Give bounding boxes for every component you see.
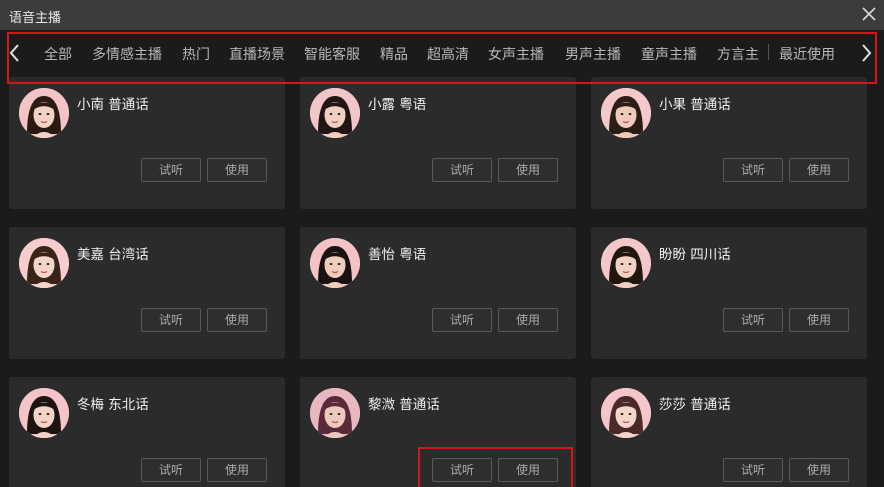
title-bar: 语音主播 xyxy=(0,0,884,30)
avatar xyxy=(310,88,360,138)
voice-card[interactable]: 莎莎 普通话试听 使用 xyxy=(591,377,867,487)
tab-ultra-hd[interactable]: 超高清 xyxy=(427,44,469,64)
tab-child[interactable]: 童声主播 xyxy=(641,44,697,64)
voice-card[interactable]: 小露 粤语试听 使用 xyxy=(300,77,576,209)
use-button[interactable]: 使用 xyxy=(498,458,558,482)
avatar xyxy=(601,88,651,138)
voice-name: 美嘉 台湾话 xyxy=(77,247,149,263)
listen-button[interactable]: 试听 xyxy=(723,308,783,332)
voice-card[interactable]: 善怡 粤语试听 使用 xyxy=(300,227,576,359)
chevron-left-icon[interactable] xyxy=(4,40,26,66)
voice-name: 冬梅 东北话 xyxy=(77,397,149,413)
avatar xyxy=(310,388,360,438)
tab-female[interactable]: 女声主播 xyxy=(488,44,544,64)
listen-button[interactable]: 试听 xyxy=(432,458,492,482)
voice-card[interactable]: 黎溦 普通话试听 使用 xyxy=(300,377,576,487)
listen-button[interactable]: 试听 xyxy=(432,158,492,182)
use-button[interactable]: 使用 xyxy=(498,308,558,332)
tab-smart-service[interactable]: 智能客服 xyxy=(304,44,360,64)
tab-premium[interactable]: 精品 xyxy=(380,44,408,64)
tab-recent[interactable]: 最近使用 xyxy=(779,44,835,64)
avatar xyxy=(601,238,651,288)
tab-multi-emotion[interactable]: 多情感主播 xyxy=(92,44,162,64)
tab-all[interactable]: 全部 xyxy=(44,44,72,64)
use-button[interactable]: 使用 xyxy=(207,308,267,332)
voice-card[interactable]: 小南 普通话试听 使用 xyxy=(9,77,285,209)
tab-hot[interactable]: 热门 xyxy=(182,44,210,64)
tab-divider xyxy=(768,44,769,60)
close-icon[interactable] xyxy=(858,3,880,25)
use-button[interactable]: 使用 xyxy=(207,158,267,182)
avatar xyxy=(19,238,69,288)
listen-button[interactable]: 试听 xyxy=(723,158,783,182)
tab-dialect[interactable]: 方言主 xyxy=(717,44,759,64)
voice-card[interactable]: 冬梅 东北话试听 使用 xyxy=(9,377,285,487)
voice-name: 小南 普通话 xyxy=(77,97,149,113)
use-button[interactable]: 使用 xyxy=(789,308,849,332)
voice-name: 小露 粤语 xyxy=(368,97,427,113)
voice-name: 小果 普通话 xyxy=(659,97,731,113)
use-button[interactable]: 使用 xyxy=(498,158,558,182)
voice-name: 黎溦 普通话 xyxy=(368,397,440,413)
listen-button[interactable]: 试听 xyxy=(723,458,783,482)
voice-card[interactable]: 盼盼 四川话试听 使用 xyxy=(591,227,867,359)
use-button[interactable]: 使用 xyxy=(207,458,267,482)
voice-card[interactable]: 美嘉 台湾话试听 使用 xyxy=(9,227,285,359)
listen-button[interactable]: 试听 xyxy=(141,308,201,332)
voice-card[interactable]: 小果 普通话试听 使用 xyxy=(591,77,867,209)
tab-live-scene[interactable]: 直播场景 xyxy=(229,44,285,64)
avatar xyxy=(310,238,360,288)
tab-male[interactable]: 男声主播 xyxy=(565,44,621,64)
voice-name: 盼盼 四川话 xyxy=(659,247,731,263)
window-title: 语音主播 xyxy=(9,11,62,26)
voice-name: 善怡 粤语 xyxy=(368,247,427,263)
listen-button[interactable]: 试听 xyxy=(141,158,201,182)
listen-button[interactable]: 试听 xyxy=(141,458,201,482)
voice-name: 莎莎 普通话 xyxy=(659,397,731,413)
avatar xyxy=(19,88,69,138)
avatar xyxy=(601,388,651,438)
use-button[interactable]: 使用 xyxy=(789,458,849,482)
use-button[interactable]: 使用 xyxy=(789,158,849,182)
chevron-right-icon[interactable] xyxy=(855,40,877,66)
avatar xyxy=(19,388,69,438)
listen-button[interactable]: 试听 xyxy=(432,308,492,332)
